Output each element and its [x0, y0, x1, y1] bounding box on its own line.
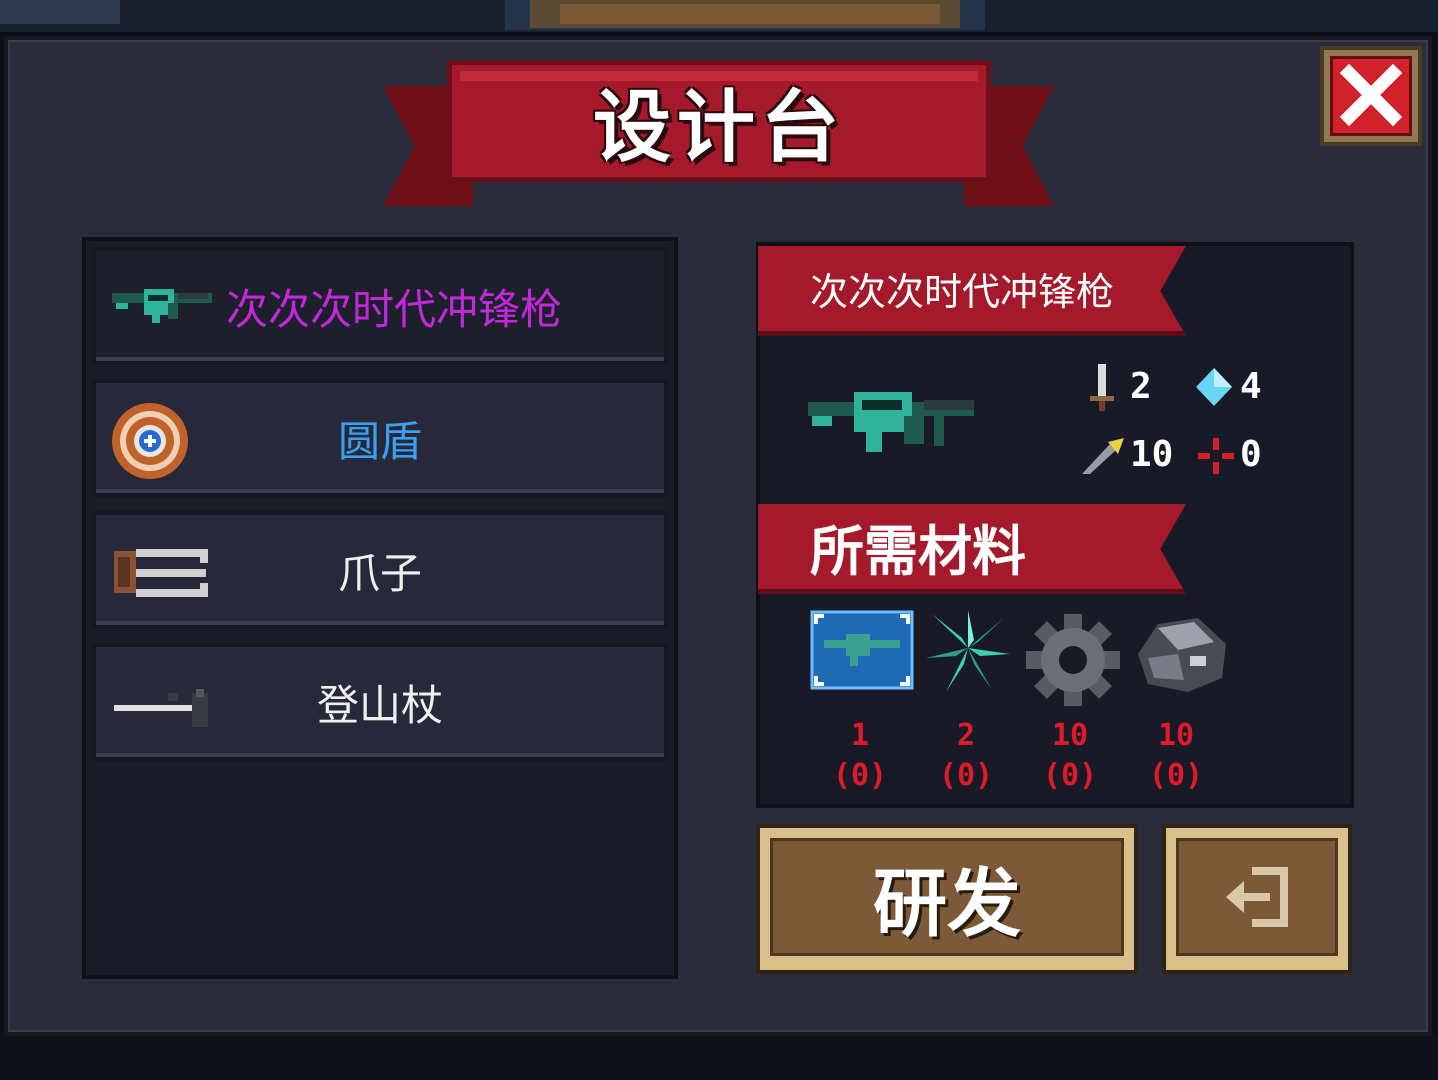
crit-value: 10: [1130, 434, 1174, 475]
material-owned: (0): [938, 758, 994, 793]
blueprint-list: 次次次时代冲锋枪 圆盾 爪子 登山杖: [82, 237, 678, 979]
exit-icon: [1226, 867, 1288, 927]
background-strip: [0, 0, 1438, 32]
list-item-smg[interactable]: 次次次时代冲锋枪: [92, 247, 668, 365]
damage-value: 2: [1130, 366, 1152, 407]
material-count-crystal-leaf: 2 (0): [926, 716, 1006, 796]
materials-header: 所需材料: [810, 520, 1026, 583]
crystal-leaf-icon: [926, 610, 1010, 692]
list-item-label: 圆盾: [337, 416, 422, 466]
smg-icon: [808, 392, 974, 452]
list-item-label: 爪子: [337, 548, 422, 598]
materials-header-tag: 所需材料: [758, 504, 1186, 594]
close-button[interactable]: [1320, 46, 1422, 146]
material-count-gear: 10 (0): [1030, 716, 1110, 796]
list-item-hiking-pole[interactable]: 登山杖: [92, 643, 668, 761]
page-title: 设计台: [592, 83, 845, 173]
weapon-name: 次次次时代冲锋枪: [810, 270, 1115, 314]
energy-cost-value: 4: [1240, 366, 1262, 407]
accuracy-crosshair-icon: [1198, 438, 1234, 474]
damage-sword-icon: [1090, 364, 1114, 411]
blueprint-icon: [810, 610, 914, 690]
list-item-label: 登山杖: [316, 680, 443, 730]
title-banner: 设计台: [447, 60, 991, 182]
list-item-round-shield[interactable]: 圆盾: [92, 379, 668, 497]
exit-button[interactable]: [1162, 824, 1352, 974]
energy-crystal-icon: [1196, 368, 1232, 406]
material-owned: (0): [1042, 758, 1098, 793]
accuracy-value: 0: [1240, 434, 1262, 475]
panel-bottom-edge: [0, 1036, 1438, 1080]
close-icon: [1339, 63, 1403, 127]
material-count-ore: 10 (0): [1136, 716, 1216, 796]
weapon-name-tag: 次次次时代冲锋枪: [758, 246, 1186, 336]
research-button[interactable]: 研发: [756, 824, 1138, 974]
material-required: 1: [850, 718, 870, 753]
ore-icon: [1138, 618, 1226, 692]
list-item-claw[interactable]: 爪子: [92, 511, 668, 629]
material-count-blueprint: 1 (0): [820, 716, 900, 796]
material-owned: (0): [832, 758, 888, 793]
list-item-label: 次次次时代冲锋枪: [226, 284, 563, 334]
research-button-label: 研发: [873, 860, 1021, 947]
material-owned: (0): [1148, 758, 1204, 793]
crit-icon: [1082, 438, 1124, 474]
material-required: 10: [1051, 718, 1089, 753]
material-required: 10: [1157, 718, 1195, 753]
gear-icon: [1026, 614, 1120, 706]
material-required: 2: [956, 718, 976, 753]
